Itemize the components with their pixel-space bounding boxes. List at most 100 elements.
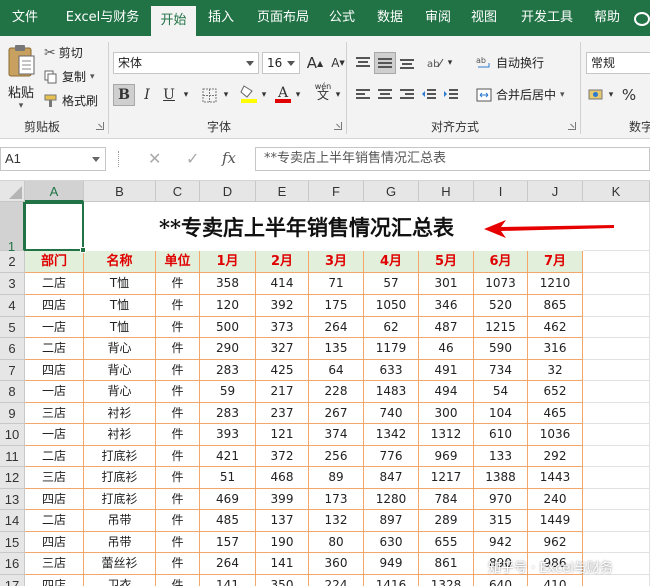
align-middle-button[interactable]: [374, 52, 396, 74]
borders-button[interactable]: [198, 84, 220, 106]
column-header-h[interactable]: H: [419, 181, 474, 202]
column-header-d[interactable]: D: [200, 181, 256, 202]
table-cell[interactable]: 224: [309, 575, 364, 586]
table-cell[interactable]: 141: [200, 575, 256, 586]
grid-cell[interactable]: [583, 489, 650, 510]
table-cell[interactable]: 316: [528, 338, 583, 360]
font-name-select[interactable]: 宋体: [113, 52, 259, 74]
column-header-b[interactable]: B: [84, 181, 156, 202]
dialog-launcher-icon[interactable]: [334, 122, 342, 130]
table-cell[interactable]: 件: [156, 489, 200, 510]
font-color-button[interactable]: A: [272, 82, 294, 104]
table-cell[interactable]: 1073: [474, 273, 528, 295]
row-header-2[interactable]: 2: [0, 251, 25, 273]
grid-cell[interactable]: [583, 251, 650, 273]
grid-cell[interactable]: [583, 338, 650, 360]
align-top-button[interactable]: [352, 52, 374, 74]
table-cell[interactable]: 970: [474, 489, 528, 510]
increase-indent-button[interactable]: [440, 84, 462, 106]
table-cell[interactable]: 610: [474, 424, 528, 446]
dialog-launcher-icon[interactable]: [96, 122, 104, 130]
table-cell[interactable]: 399: [256, 489, 309, 510]
align-center-button[interactable]: [374, 84, 396, 106]
table-cell[interactable]: 1312: [419, 424, 474, 446]
table-cell[interactable]: 374: [309, 424, 364, 446]
table-cell[interactable]: 865: [528, 295, 583, 317]
table-cell[interactable]: 件: [156, 424, 200, 446]
table-cell[interactable]: 件: [156, 575, 200, 586]
table-header-cell[interactable]: 3月: [309, 251, 364, 273]
table-cell[interactable]: 57: [364, 273, 419, 295]
row-header-1[interactable]: 1: [0, 202, 25, 254]
table-cell[interactable]: 64: [309, 360, 364, 381]
grid-cell[interactable]: [583, 424, 650, 446]
table-cell[interactable]: 300: [419, 403, 474, 424]
table-cell[interactable]: 465: [528, 403, 583, 424]
table-cell[interactable]: 吊带: [84, 532, 156, 553]
table-cell[interactable]: 件: [156, 532, 200, 553]
table-cell[interactable]: 942: [474, 532, 528, 553]
row-header-3[interactable]: 3: [0, 273, 25, 295]
table-cell[interactable]: 240: [528, 489, 583, 510]
table-cell[interactable]: 346: [419, 295, 474, 317]
table-cell[interactable]: 背心: [84, 338, 156, 360]
name-box[interactable]: A1: [0, 147, 106, 171]
table-cell[interactable]: 71: [309, 273, 364, 295]
table-cell[interactable]: 衬衫: [84, 403, 156, 424]
table-cell[interactable]: 237: [256, 403, 309, 424]
select-all-corner[interactable]: [0, 181, 25, 202]
comma-style-button[interactable]: ,: [640, 84, 650, 106]
table-cell[interactable]: 件: [156, 467, 200, 489]
table-header-cell[interactable]: 2月: [256, 251, 309, 273]
table-cell[interactable]: 358: [200, 273, 256, 295]
table-cell[interactable]: 二店: [25, 273, 84, 295]
table-cell[interactable]: 633: [364, 360, 419, 381]
row-header-4[interactable]: 4: [0, 295, 25, 317]
grid-cell[interactable]: [583, 532, 650, 553]
row-header-15[interactable]: 15: [0, 532, 25, 553]
grid-cell[interactable]: [583, 360, 650, 381]
grow-font-button[interactable]: A ▲: [304, 52, 326, 74]
grid-cell[interactable]: [583, 273, 650, 295]
table-header-cell[interactable]: 4月: [364, 251, 419, 273]
underline-button[interactable]: U: [158, 84, 180, 106]
table-cell[interactable]: 一店: [25, 317, 84, 338]
tab-insert[interactable]: 插入: [198, 0, 244, 36]
dialog-launcher-icon[interactable]: [568, 122, 576, 130]
table-cell[interactable]: 734: [474, 360, 528, 381]
sheet-title[interactable]: **专卖店上半年销售情况汇总表: [84, 202, 529, 251]
lightbulb-icon[interactable]: [634, 12, 650, 26]
table-cell[interactable]: 二店: [25, 338, 84, 360]
table-cell[interactable]: 630: [364, 532, 419, 553]
table-cell[interactable]: 133: [474, 446, 528, 467]
table-cell[interactable]: 1342: [364, 424, 419, 446]
table-cell[interactable]: 264: [200, 553, 256, 575]
tab-home[interactable]: 开始: [151, 6, 196, 36]
table-cell[interactable]: 件: [156, 338, 200, 360]
cut-button[interactable]: ✂ 剪切: [44, 44, 83, 61]
table-cell[interactable]: T恤: [84, 317, 156, 338]
table-cell[interactable]: 四店: [25, 489, 84, 510]
table-cell[interactable]: 件: [156, 510, 200, 532]
table-cell[interactable]: 485: [200, 510, 256, 532]
table-cell[interactable]: 640: [474, 575, 528, 586]
table-cell[interactable]: 背心: [84, 360, 156, 381]
table-cell[interactable]: 962: [528, 532, 583, 553]
tab-help[interactable]: 帮助: [585, 0, 629, 36]
formula-bar-grip[interactable]: [118, 151, 121, 167]
table-cell[interactable]: 132: [309, 510, 364, 532]
table-cell[interactable]: 652: [528, 381, 583, 403]
table-cell[interactable]: 290: [200, 338, 256, 360]
table-cell[interactable]: 1483: [364, 381, 419, 403]
tab-excel-finance[interactable]: Excel与财务: [55, 0, 150, 36]
table-cell[interactable]: 三店: [25, 467, 84, 489]
table-cell[interactable]: 283: [200, 360, 256, 381]
table-cell[interactable]: 173: [309, 489, 364, 510]
table-cell[interactable]: 462: [528, 317, 583, 338]
table-cell[interactable]: 51: [200, 467, 256, 489]
table-cell[interactable]: 件: [156, 446, 200, 467]
grid-cell[interactable]: [583, 295, 650, 317]
table-cell[interactable]: 1210: [528, 273, 583, 295]
table-cell[interactable]: 500: [200, 317, 256, 338]
table-cell[interactable]: 四店: [25, 575, 84, 586]
